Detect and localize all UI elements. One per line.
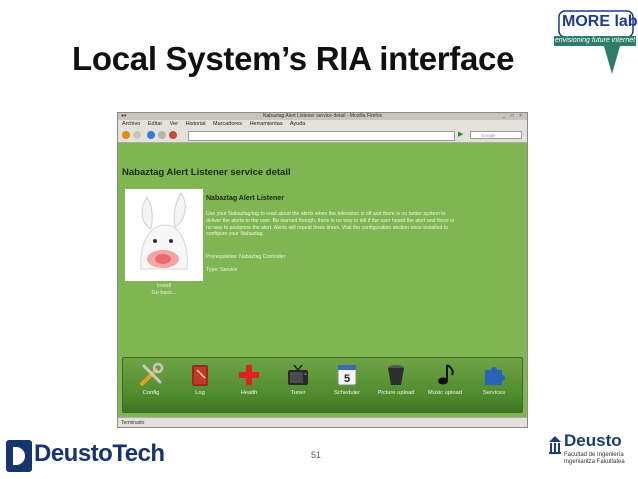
deusto-name: Deusto <box>564 431 622 450</box>
go-back-link[interactable]: Go back... <box>125 290 203 297</box>
menu-herramientas[interactable]: Herramientas <box>250 121 283 127</box>
calendar-icon: 5 <box>337 364 357 386</box>
browser-window: ●▾ Nabaztag Alert Listener service detai… <box>117 112 528 428</box>
window-menu-icon[interactable]: ●▾ <box>121 113 127 120</box>
slide-title: Local System’s RIA interface <box>72 40 515 77</box>
dock-label-log: Log <box>195 390 205 396</box>
dock-label-health: Health <box>240 390 258 396</box>
dock-item-health[interactable]: Health <box>227 362 271 397</box>
install-link[interactable]: Install <box>125 283 203 290</box>
service-type: Type: Service <box>206 267 238 273</box>
morelab-logo: MORE lab envisioning future internet <box>552 4 638 76</box>
reload-icon[interactable] <box>147 131 155 139</box>
dock-label-picture-upload: Picture upload <box>377 390 415 396</box>
service-prerequisites: Prerequisites: Nabaztag Controller <box>206 254 286 260</box>
menu-historial[interactable]: Historial <box>186 121 206 127</box>
menu-ver[interactable]: Ver <box>170 121 178 127</box>
morelab-tagline: envisioning future internet <box>554 36 636 46</box>
dock-item-config[interactable]: Config <box>129 362 173 397</box>
search-input[interactable]: Google <box>470 131 522 139</box>
deusto-logo: Deusto Facultad de Ingeniería Ingeniarit… <box>546 430 636 476</box>
action-links: Install Go back... <box>125 283 203 297</box>
bubble-tail-icon <box>604 46 620 74</box>
forward-icon[interactable] <box>133 131 141 139</box>
dock-label-scheduler: Scheduler <box>333 390 361 396</box>
menu-archivo[interactable]: Archivo <box>122 121 140 127</box>
window-controls[interactable]: _ □ × <box>503 113 525 120</box>
deustotech-mark-icon <box>6 440 32 472</box>
service-title: Nabaztag Alert Listener <box>206 195 284 202</box>
dock-label-services: Services <box>482 390 506 396</box>
nabaztag-rabbit-icon <box>140 192 188 270</box>
dock-label-tuner: Tuner <box>290 390 306 396</box>
puzzle-icon <box>485 367 505 385</box>
browser-statusbar: Terminado <box>118 417 527 427</box>
menu-editar[interactable]: Editar <box>148 121 162 127</box>
deusto-subtitle: Facultad de Ingeniería Ingeniaritza Faku… <box>564 452 625 466</box>
page-heading: Nabaztag Alert Listener service detail <box>122 167 291 178</box>
service-description: Use your Nabaztag/tag to read aloud the … <box>206 211 454 238</box>
home-icon[interactable] <box>169 131 177 139</box>
dock-label-config: Config <box>142 390 160 396</box>
bucket-icon <box>388 365 404 385</box>
calendar-badge: 5 <box>344 373 350 385</box>
tv-icon <box>288 364 308 385</box>
stop-icon[interactable] <box>158 131 166 139</box>
page-number: 51 <box>311 450 322 460</box>
red-cross-icon <box>239 365 259 385</box>
deustotech-logo: DeustoTech <box>6 434 165 476</box>
deusto-building-icon <box>549 436 561 454</box>
back-icon[interactable] <box>122 131 130 139</box>
dock-item-scheduler[interactable]: 5 Scheduler <box>325 362 369 397</box>
deusto-subtitle-2: Ingeniaritza Fakultatea <box>564 459 625 465</box>
window-title: Nabaztag Alert Listener service detail -… <box>262 113 383 119</box>
url-input[interactable] <box>188 131 455 141</box>
dock-item-picture-upload[interactable]: Picture upload <box>374 362 418 397</box>
menu-ayuda[interactable]: Ayuda <box>290 121 306 127</box>
browser-menubar: Archivo Editar Ver Historial Marcadores … <box>118 120 527 128</box>
app-dock: Config Log Health Tuner 5 Scheduler Pict… <box>122 357 523 413</box>
morelab-name: MORE lab <box>562 13 638 30</box>
dock-label-music-upload: Music upload <box>427 390 463 396</box>
dock-item-services[interactable]: Services <box>472 362 516 397</box>
page-content: Nabaztag Alert Listener service detail I… <box>118 143 527 417</box>
deustotech-name: DeustoTech <box>34 440 165 467</box>
nabaztag-image <box>125 189 203 281</box>
dock-item-music-upload[interactable]: Music upload <box>423 362 467 397</box>
music-note-icon <box>438 364 454 385</box>
tools-icon <box>140 362 164 386</box>
book-icon <box>192 365 208 386</box>
browser-navbar: ▶ Google <box>118 128 527 143</box>
menu-marcadores[interactable]: Marcadores <box>213 121 242 127</box>
dock-item-tuner[interactable]: Tuner <box>276 362 320 397</box>
deusto-subtitle-1: Facultad de Ingeniería <box>564 452 624 458</box>
dock-item-log[interactable]: Log <box>178 362 222 397</box>
browser-titlebar: ●▾ Nabaztag Alert Listener service detai… <box>118 113 527 120</box>
go-icon[interactable]: ▶ <box>458 131 463 139</box>
